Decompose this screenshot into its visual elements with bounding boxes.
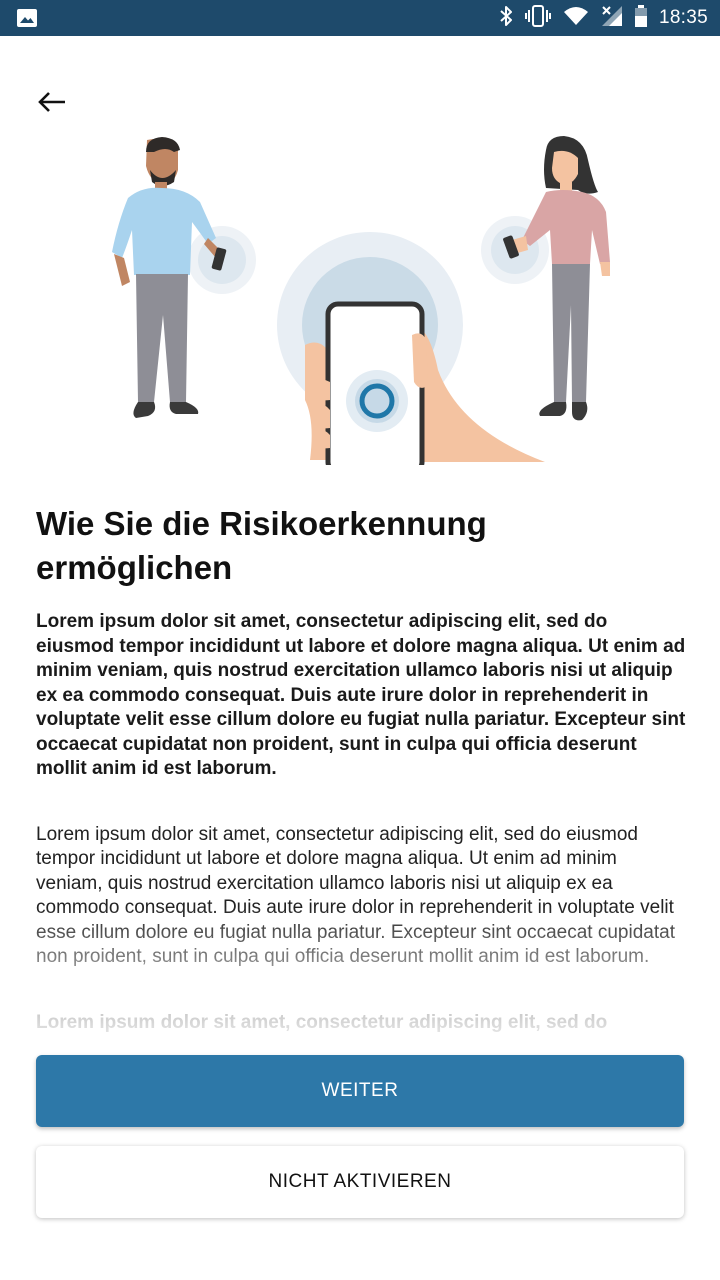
continue-button[interactable]: WEITER — [36, 1055, 684, 1127]
signal-icon — [601, 5, 623, 32]
back-button[interactable] — [26, 80, 78, 124]
image-icon — [16, 8, 38, 33]
vibrate-icon — [524, 4, 551, 32]
body-content: Lorem ipsum dolor sit amet, consectetur … — [36, 610, 686, 1056]
wifi-icon — [563, 6, 589, 31]
status-bar: 18:35 — [0, 0, 720, 36]
bluetooth-icon — [499, 5, 513, 32]
screen: 18:35 Wie Sie die Risikoerkennung ermögl… — [0, 0, 720, 1280]
continue-button-label: WEITER — [321, 1080, 399, 1101]
battery-icon — [634, 4, 647, 32]
page-title: Wie Sie die Risikoerkennung ermöglichen — [36, 505, 487, 586]
dont-activate-button-label: NICHT AKTIVIEREN — [268, 1171, 452, 1192]
status-time: 18:35 — [658, 7, 708, 28]
arrow-left-icon — [38, 92, 65, 112]
dont-activate-button[interactable]: NICHT AKTIVIEREN — [36, 1146, 684, 1218]
body-paragraph: Lorem ipsum dolor sit amet, consectetur … — [36, 823, 675, 968]
illustration — [100, 130, 620, 475]
body-paragraph-continued: Lorem ipsum dolor sit amet, consectetur … — [36, 1011, 608, 1033]
intro-paragraph: Lorem ipsum dolor sit amet, consectetur … — [36, 611, 686, 779]
